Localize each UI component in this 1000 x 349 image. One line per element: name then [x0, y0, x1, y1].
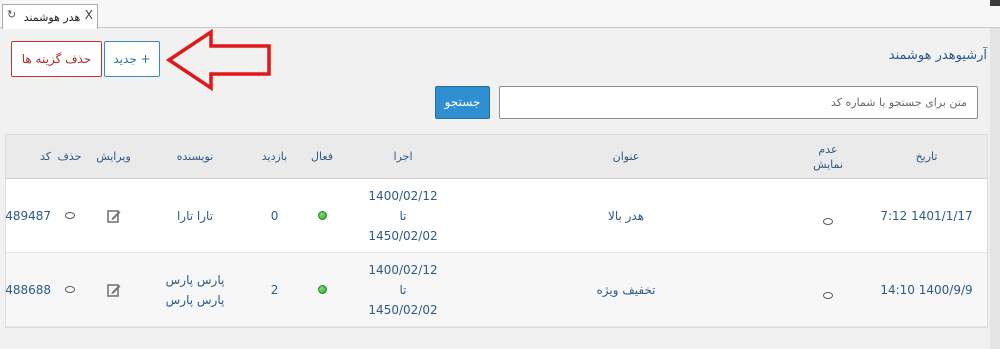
search-button[interactable]: جستجو	[435, 86, 490, 119]
row-visits: 0	[270, 208, 279, 223]
hide-radio[interactable]	[792, 253, 864, 326]
delete-options-button[interactable]: حذف گزینه ها	[11, 41, 102, 77]
row-date: 1401/1/17 7:12	[880, 208, 973, 223]
search-input[interactable]	[499, 86, 978, 119]
edit-button[interactable]	[88, 253, 139, 326]
tab-bar: ↻ هدر هوشمند X	[0, 0, 1000, 29]
radio-icon[interactable]	[823, 218, 833, 225]
row-date: 1400/9/9 14:10	[880, 282, 973, 297]
row-run-range: 1400/02/12 تا 1450/02/02	[346, 253, 460, 326]
archive-table: تاریخ عدم نمایش عنوان اجرا فعال بازدید ن…	[5, 134, 988, 328]
header-visits[interactable]: بازدید	[251, 135, 298, 178]
delete-radio[interactable]	[51, 179, 88, 252]
row-code[interactable]: 489487	[5, 179, 51, 252]
header-run[interactable]: اجرا	[346, 135, 460, 178]
pencil-icon[interactable]	[106, 209, 121, 223]
run-to-word: تا	[399, 208, 407, 223]
header-title[interactable]: عنوان	[460, 135, 792, 178]
row-title[interactable]: هدر بالا	[460, 179, 792, 252]
header-date[interactable]: تاریخ	[864, 135, 989, 178]
row-author: پارس پارس پارس پارس	[139, 253, 251, 326]
delete-radio[interactable]	[51, 253, 88, 326]
row-visits: 2	[270, 282, 279, 297]
row-code[interactable]: 488688	[5, 253, 51, 326]
table-row: 1400/9/9 14:10 تخفیف ویژه 1400/02/12 تا …	[5, 253, 987, 327]
row-active[interactable]	[298, 179, 346, 252]
edit-button[interactable]	[88, 179, 139, 252]
row-author: تارا تارا	[176, 208, 214, 223]
row-run-range: 1400/02/12 تا 1450/02/02	[346, 179, 460, 252]
row-title[interactable]: تخفیف ویژه	[460, 253, 792, 326]
row-active[interactable]	[298, 253, 346, 326]
pencil-icon[interactable]	[106, 283, 121, 297]
header-delete: حذف	[57, 150, 82, 163]
green-dot-icon[interactable]	[317, 285, 327, 294]
author-line: پارس پارس	[165, 272, 225, 287]
run-from: 1400/02/12	[368, 262, 438, 277]
refresh-icon[interactable]: ↻	[7, 8, 16, 21]
green-dot-icon[interactable]	[317, 211, 327, 220]
run-to-word: تا	[399, 282, 407, 297]
header-code[interactable]: کد	[6, 135, 51, 178]
author-line: پارس پارس	[165, 292, 225, 307]
scrollbar[interactable]	[990, 28, 1000, 349]
arrow-left-icon	[165, 28, 271, 92]
window-control[interactable]	[990, 0, 1000, 6]
table-header: تاریخ عدم نمایش عنوان اجرا فعال بازدید ن…	[6, 135, 987, 179]
page-title: آرشیوهدر هوشمند	[888, 48, 987, 63]
radio-icon[interactable]	[64, 212, 75, 219]
table-row: 1401/1/17 7:12 هدر بالا 1400/02/12 تا 14…	[5, 179, 987, 253]
run-to: 1450/02/02	[368, 228, 438, 243]
header-hide[interactable]: عدم نمایش	[808, 135, 848, 178]
new-button[interactable]: + جدید	[104, 41, 160, 77]
tab-title: هدر هوشمند	[23, 11, 81, 24]
radio-icon[interactable]	[64, 286, 75, 293]
run-to: 1450/02/02	[368, 302, 438, 317]
radio-icon[interactable]	[823, 292, 833, 299]
run-from: 1400/02/12	[368, 188, 438, 203]
close-icon[interactable]: X	[85, 8, 93, 22]
tab-smart-header[interactable]: ↻ هدر هوشمند X	[2, 4, 98, 29]
header-edit: ویرایش	[96, 150, 131, 163]
hide-radio[interactable]	[792, 179, 864, 252]
header-author[interactable]: نویسنده	[139, 135, 251, 178]
header-active[interactable]: فعال	[298, 135, 346, 178]
